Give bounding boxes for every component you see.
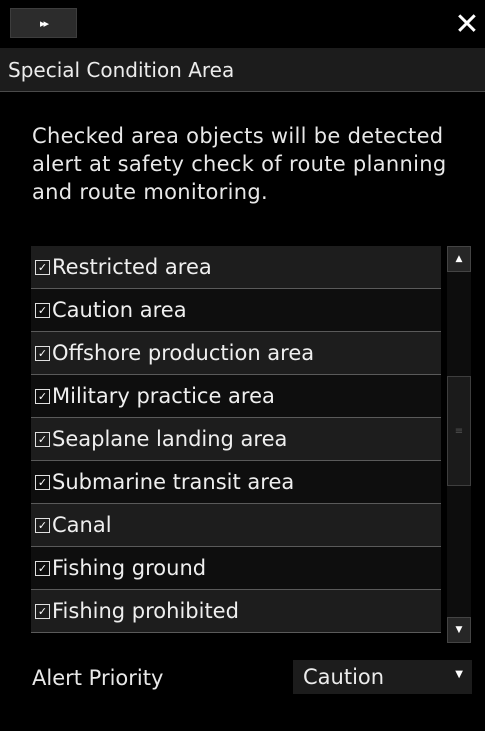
scroll-down-button[interactable]: ▼ xyxy=(447,617,471,643)
area-row-fishing-prohibited[interactable]: ✓ Fishing prohibited xyxy=(31,590,441,633)
checkbox-checked-icon[interactable]: ✓ xyxy=(35,345,50,361)
area-label: Fishing ground xyxy=(52,556,207,580)
list-scrollbar[interactable]: ▲ ≡ ▼ xyxy=(447,246,471,643)
caret-down-icon: ▼ xyxy=(455,625,463,635)
checkbox-checked-icon[interactable]: ✓ xyxy=(35,517,50,533)
scroll-up-button[interactable]: ▲ xyxy=(447,246,471,272)
area-checkbox-list: ✓ Restricted area ✓ Caution area ✓ Offsh… xyxy=(31,246,441,643)
checkbox-checked-icon[interactable]: ✓ xyxy=(35,474,50,490)
area-row-submarine-transit[interactable]: ✓ Submarine transit area xyxy=(31,461,441,504)
panel-title: Special Condition Area xyxy=(0,48,485,92)
area-row-restricted[interactable]: ✓ Restricted area xyxy=(31,246,441,289)
area-row-military-practice[interactable]: ✓ Military practice area xyxy=(31,375,441,418)
alert-priority-dropdown[interactable]: Caution ▼ xyxy=(293,660,472,694)
area-label: Canal xyxy=(52,513,112,537)
expand-button[interactable]: ▸▸ xyxy=(10,8,77,38)
close-button[interactable]: ✕ xyxy=(452,6,482,42)
scrollbar-thumb[interactable]: ≡ xyxy=(447,376,471,486)
area-label: Restricted area xyxy=(52,255,212,279)
grip-icon: ≡ xyxy=(454,425,464,437)
description-text: Checked area objects will be detected al… xyxy=(32,124,447,204)
fast-forward-icon: ▸▸ xyxy=(39,16,49,30)
alert-priority-label: Alert Priority xyxy=(32,666,164,690)
area-label: Offshore production area xyxy=(52,341,315,365)
area-row-seaplane-landing[interactable]: ✓ Seaplane landing area xyxy=(31,418,441,461)
area-label: Fishing prohibited xyxy=(52,599,239,623)
caret-up-icon: ▲ xyxy=(455,254,463,264)
alert-priority-value: Caution xyxy=(303,665,385,689)
checkbox-checked-icon[interactable]: ✓ xyxy=(35,302,50,318)
title-bar: ▸▸ ✕ xyxy=(0,0,485,48)
area-label: Seaplane landing area xyxy=(52,427,288,451)
area-row-canal[interactable]: ✓ Canal xyxy=(31,504,441,547)
area-label: Submarine transit area xyxy=(52,470,295,494)
area-label: Caution area xyxy=(52,298,187,322)
area-row-fishing-ground[interactable]: ✓ Fishing ground xyxy=(31,547,441,590)
area-row-offshore-production[interactable]: ✓ Offshore production area xyxy=(31,332,441,375)
checkbox-checked-icon[interactable]: ✓ xyxy=(35,259,50,275)
checkbox-checked-icon[interactable]: ✓ xyxy=(35,431,50,447)
dropdown-arrow-icon: ▼ xyxy=(455,669,463,680)
checkbox-checked-icon[interactable]: ✓ xyxy=(35,388,50,404)
checkbox-checked-icon[interactable]: ✓ xyxy=(35,560,50,576)
area-row-caution[interactable]: ✓ Caution area xyxy=(31,289,441,332)
checkbox-checked-icon[interactable]: ✓ xyxy=(35,603,50,619)
area-label: Military practice area xyxy=(52,384,275,408)
close-icon: ✕ xyxy=(454,6,480,42)
